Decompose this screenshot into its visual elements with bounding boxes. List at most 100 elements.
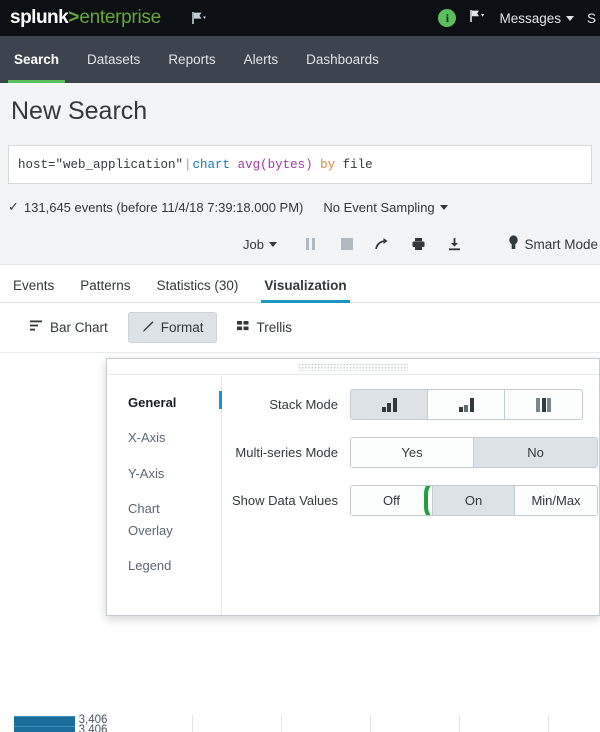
top-bar-right-group: i Messages S [438, 9, 600, 28]
lightbulb-icon [508, 235, 519, 253]
stacked-icon [459, 398, 474, 412]
splunk-logo[interactable]: splunk > enterprise [0, 7, 161, 29]
stack-none-icon [382, 398, 397, 412]
chevron-down-icon [566, 16, 574, 21]
format-nav-x-axis[interactable]: X-Axis [107, 420, 221, 455]
format-button[interactable]: Format [128, 312, 217, 343]
search-mode-label: Smart Mode [524, 237, 598, 252]
format-label: Format [161, 320, 204, 335]
event-sampling-dropdown[interactable]: No Event Sampling [323, 200, 447, 215]
tab-label: Events [13, 278, 54, 293]
option-label: Off [383, 493, 400, 508]
job-toolbar: Job Smart Mode [0, 224, 600, 265]
multi-series-mode-label: Multi-series Mode [222, 437, 350, 462]
tab-label: Statistics (30) [157, 278, 239, 293]
trellis-button[interactable]: Trellis [225, 312, 305, 343]
chart-type-label: Bar Chart [50, 320, 108, 335]
option-label: Min/Max [531, 493, 580, 508]
nav-label: Search [14, 52, 59, 67]
event-sampling-label: No Event Sampling [323, 200, 434, 215]
share-arrow-icon[interactable] [375, 236, 391, 252]
info-icon[interactable]: i [438, 9, 456, 27]
stacked-100-icon [536, 398, 551, 412]
page-header: New Search [0, 83, 600, 139]
nav-label: Datasets [87, 52, 140, 67]
format-nav-y-axis[interactable]: Y-Axis [107, 456, 221, 491]
logo-enterprise-text: enterprise [79, 7, 161, 29]
export-download-icon[interactable] [447, 236, 463, 252]
nav-label: Dashboards [306, 52, 379, 67]
pencil-icon [141, 320, 154, 336]
query-token-pipe: | [183, 158, 193, 172]
logo-splunk-text: splunk [10, 7, 68, 29]
chevron-down-icon [269, 242, 277, 247]
format-nav-legend[interactable]: Legend [107, 548, 221, 583]
nav-item-alerts[interactable]: Alerts [230, 36, 293, 83]
stacked-100-button[interactable] [505, 390, 582, 419]
chevron-down-icon [440, 205, 448, 210]
trellis-label: Trellis [257, 320, 293, 335]
nav-item-search[interactable]: Search [0, 36, 73, 83]
option-label: On [465, 493, 482, 508]
print-icon[interactable] [411, 236, 427, 252]
multi-series-no-button[interactable]: No [474, 438, 597, 467]
nav-label: Reports [168, 52, 215, 67]
data-values-on-button[interactable]: On [433, 486, 515, 515]
nav-item-datasets[interactable]: Datasets [73, 36, 154, 83]
stack-mode-button-group [350, 389, 583, 420]
chart-bar-row[interactable]: 3,406 [14, 726, 584, 732]
multi-series-mode-row: Multi-series Mode Yes No [222, 437, 599, 468]
chart-type-button[interactable]: Bar Chart [18, 312, 120, 343]
visualization-toolbar: Bar Chart Format Trellis [0, 303, 600, 353]
option-label: Yes [401, 445, 422, 460]
messages-label: Messages [499, 11, 561, 26]
stacked-button[interactable] [428, 390, 505, 419]
show-data-values-label: Show Data Values [222, 485, 350, 510]
result-tabs: Events Patterns Statistics (30) Visualiz… [0, 265, 600, 303]
format-panel-controls: Stack Mode Multi-series Mo [222, 375, 599, 615]
messages-menu[interactable]: Messages [499, 11, 574, 26]
format-nav-label: General [128, 395, 176, 410]
format-nav-label: Legend [128, 558, 171, 573]
format-nav-general[interactable]: General [107, 385, 221, 420]
settings-menu[interactable]: S [587, 11, 596, 26]
drag-handle-dots-icon [298, 363, 408, 371]
tab-visualization[interactable]: Visualization [251, 278, 359, 302]
tab-label: Visualization [264, 278, 346, 293]
tab-statistics[interactable]: Statistics (30) [144, 278, 252, 302]
search-bar-row: host="web_application" | chart avg(bytes… [0, 139, 600, 190]
data-values-off-button[interactable]: Off [351, 486, 433, 515]
flag-dropdown-icon[interactable] [191, 11, 207, 25]
panel-drag-handle[interactable] [107, 359, 599, 375]
stack-mode-row: Stack Mode [222, 389, 599, 420]
grid-icon [237, 320, 250, 335]
splunk-search-page: splunk > enterprise i Messages S Search … [0, 0, 600, 732]
pause-icon[interactable] [303, 236, 319, 252]
job-menu-button[interactable]: Job [243, 237, 277, 252]
tab-patterns[interactable]: Patterns [67, 278, 143, 302]
event-count: ✓ 131,645 events (before 11/4/18 7:39:18… [8, 199, 303, 215]
tab-events[interactable]: Events [0, 278, 67, 302]
activity-flag-icon[interactable] [469, 9, 486, 28]
chart-bar-value-label: 3,406 [79, 724, 108, 732]
nav-item-dashboards[interactable]: Dashboards [292, 36, 393, 83]
query-token-avg: avg(bytes) [238, 158, 313, 172]
search-mode-selector[interactable]: Smart Mode [508, 235, 600, 253]
format-nav-chart-overlay[interactable]: Chart Overlay [107, 491, 221, 548]
data-values-minmax-button[interactable]: Min/Max [515, 486, 597, 515]
stop-icon[interactable] [339, 236, 355, 252]
format-panel-nav: General X-Axis Y-Axis Chart Overlay Lege… [107, 375, 222, 615]
format-nav-label: Chart Overlay [128, 498, 186, 541]
stack-none-button[interactable] [351, 390, 428, 419]
event-count-row: ✓ 131,645 events (before 11/4/18 7:39:18… [0, 190, 600, 224]
nav-item-reports[interactable]: Reports [154, 36, 229, 83]
query-token-chart: chart [193, 158, 231, 172]
multi-series-yes-button[interactable]: Yes [351, 438, 474, 467]
query-token-by: by [320, 158, 335, 172]
option-label: No [527, 445, 544, 460]
format-panel: General X-Axis Y-Axis Chart Overlay Lege… [106, 358, 600, 616]
search-input[interactable]: host="web_application" | chart avg(bytes… [8, 145, 592, 184]
stack-mode-label: Stack Mode [222, 389, 350, 414]
query-token-host: host="web_application" [18, 158, 183, 172]
chart-bar[interactable] [14, 726, 75, 732]
